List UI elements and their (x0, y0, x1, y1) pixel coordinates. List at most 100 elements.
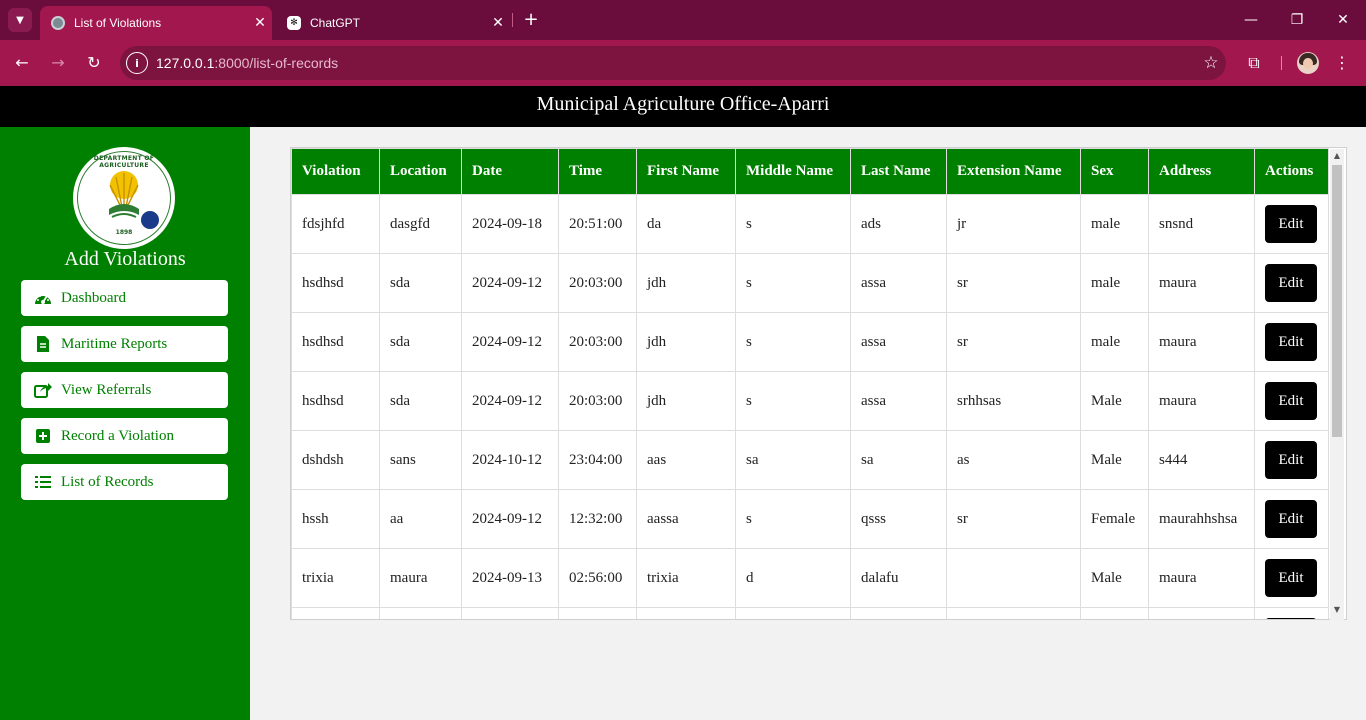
globe-icon (50, 15, 66, 31)
table-cell: sda (379, 312, 462, 372)
close-icon[interactable]: ✕ (486, 15, 510, 31)
list-icon (33, 475, 53, 489)
table-row: trixia maura 2024-09-13 02:56:00 trixia d dala… (291, 548, 1329, 608)
table-cell (1148, 607, 1255, 619)
column-header: Violation (291, 148, 380, 195)
actions-cell: Edit (1254, 607, 1329, 619)
edit-button[interactable]: Edit (1265, 559, 1317, 597)
table-cell: Male (1080, 548, 1149, 608)
close-icon[interactable]: ✕ (248, 15, 272, 31)
back-icon[interactable]: ← (10, 51, 34, 75)
column-header: Sex (1080, 148, 1149, 195)
tab-search-button[interactable]: ▼ (8, 8, 32, 32)
bookmark-star-icon[interactable]: ☆ (1196, 53, 1226, 73)
table-cell: aassa (636, 489, 736, 549)
records-table-container[interactable]: Violation Location Date Time First Name … (290, 147, 1347, 620)
tab-list-of-violations[interactable]: List of Violations ✕ (40, 6, 272, 40)
table-cell: s (735, 489, 851, 549)
minimize-icon[interactable]: — (1236, 8, 1266, 32)
table-cell: 2024-09-12 (461, 312, 559, 372)
site-info-icon[interactable]: i (126, 52, 148, 74)
table-cell: jdh (636, 312, 736, 372)
column-header: Extension Name (946, 148, 1081, 195)
table-cell (850, 607, 947, 619)
sidebar-item-label: Record a Violation (61, 427, 174, 444)
menu-kebab-icon[interactable]: ⋮ (1334, 51, 1350, 75)
tab-chatgpt[interactable]: ✻ ChatGPT ✕ (278, 6, 510, 40)
browser-tab-bar: ▼ List of Violations ✕ ✻ ChatGPT ✕ + — ❐… (0, 0, 1366, 40)
table-cell (558, 607, 637, 619)
edit-button[interactable]: Edit (1265, 618, 1317, 619)
table-row: hsdhsd sda 2024-09-12 20:03:00 jdh s assa sr mal… (291, 253, 1329, 313)
scroll-down-icon[interactable]: ▼ (1332, 605, 1342, 615)
extensions-icon[interactable]: ⧉ (1242, 51, 1266, 75)
window-close-icon[interactable]: ✕ (1328, 8, 1358, 32)
forward-icon[interactable]: → (46, 51, 70, 75)
table-cell (379, 607, 462, 619)
edit-button[interactable]: Edit (1265, 441, 1317, 479)
url-text[interactable]: 127.0.0.1:8000/list-of-records (156, 55, 1196, 71)
main-content: Violation Location Date Time First Name … (250, 127, 1366, 720)
table-cell: sda (379, 253, 462, 313)
table-cell: jr (946, 194, 1081, 254)
scroll-up-icon[interactable]: ▲ (1332, 151, 1342, 161)
table-cell: maura (379, 548, 462, 608)
table-cell: 20:51:00 (558, 194, 637, 254)
table-cell: male (1080, 312, 1149, 372)
actions-cell: Edit (1254, 489, 1329, 549)
table-cell: maurahhshsa (1148, 489, 1255, 549)
table-cell: hssh (291, 489, 380, 549)
url-path: :8000/list-of-records (214, 55, 339, 71)
seal-icon (139, 209, 161, 231)
actions-cell: Edit (1254, 194, 1329, 254)
edit-button[interactable]: Edit (1265, 205, 1317, 243)
table-row: hsdhsd sda 2024-09-12 20:03:00 jdh s assa sr mal… (291, 312, 1329, 372)
table-cell: dalafu (850, 548, 947, 608)
sidebar-item-label: Maritime Reports (61, 335, 168, 352)
edit-button[interactable]: Edit (1265, 382, 1317, 420)
table-scrollbar[interactable]: ▲ ▼ (1330, 149, 1344, 620)
table-cell: 20:03:00 (558, 312, 637, 372)
edit-button[interactable]: Edit (1265, 264, 1317, 302)
table-cell: s (735, 371, 851, 431)
sidebar-item-record-violation[interactable]: Record a Violation (21, 418, 228, 454)
table-cell: sa (850, 430, 947, 490)
table-row: fdsjhfd dasgfd 2024-09-18 20:51:00 da s ads jr m… (291, 194, 1329, 254)
table-cell: 2024-09-18 (461, 194, 559, 254)
sidebar-item-maritime-reports[interactable]: Maritime Reports (21, 326, 228, 362)
table-cell (461, 607, 559, 619)
actions-cell: Edit (1254, 548, 1329, 608)
table-cell: maura (1148, 312, 1255, 372)
sidebar-item-list-of-records[interactable]: List of Records (21, 464, 228, 500)
table-cell: 2024-09-12 (461, 253, 559, 313)
table-cell: snsnd (1148, 194, 1255, 254)
table-cell: sa (735, 430, 851, 490)
sidebar-title: Add Violations (64, 248, 186, 270)
actions-cell: Edit (1254, 430, 1329, 490)
page-title: Municipal Agriculture Office-Aparri (536, 93, 830, 115)
table-cell: sr (946, 489, 1081, 549)
scrollbar-thumb[interactable] (1332, 165, 1342, 437)
sidebar-item-dashboard[interactable]: Dashboard (21, 280, 228, 316)
edit-button[interactable]: Edit (1265, 500, 1317, 538)
browser-toolbar: ← → ↻ i 127.0.0.1:8000/list-of-records ☆… (0, 40, 1366, 86)
edit-button[interactable]: Edit (1265, 323, 1317, 361)
table-cell: hsdhsd (291, 253, 380, 313)
table-row: dshdsh sans 2024-10-12 23:04:00 aas sa sa as Mal… (291, 430, 1329, 490)
sidebar-item-view-referrals[interactable]: View Referrals (21, 372, 228, 408)
profile-avatar[interactable] (1297, 52, 1319, 74)
records-table-body: fdsjhfd dasgfd 2024-09-18 20:51:00 da s ads jr m… (291, 194, 1329, 619)
new-tab-button[interactable]: + (520, 9, 542, 31)
reload-icon[interactable]: ↻ (82, 51, 106, 75)
table-cell: sr (946, 253, 1081, 313)
rice-sheaf-icon (109, 171, 139, 218)
address-bar[interactable]: i 127.0.0.1:8000/list-of-records ☆ (120, 46, 1226, 80)
table-row: Edit (291, 607, 1329, 619)
actions-cell: Edit (1254, 253, 1329, 313)
table-cell: s (735, 194, 851, 254)
column-header: First Name (636, 148, 736, 195)
table-cell: sr (946, 312, 1081, 372)
restore-icon[interactable]: ❐ (1282, 8, 1312, 32)
table-cell: male (1080, 194, 1149, 254)
column-header: Actions (1254, 148, 1329, 195)
